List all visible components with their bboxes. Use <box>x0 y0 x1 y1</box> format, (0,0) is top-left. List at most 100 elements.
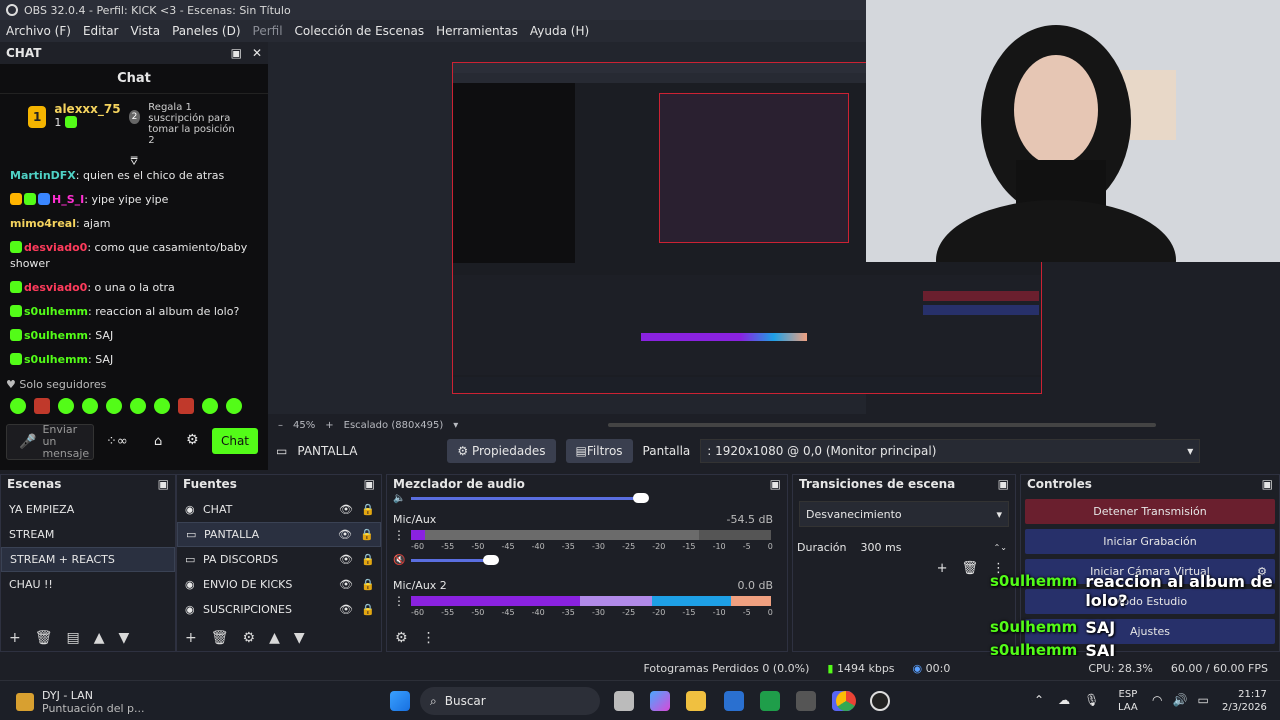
lock-icon[interactable]: 🔒 <box>361 503 381 516</box>
emote-icon[interactable] <box>58 398 74 414</box>
trash-icon[interactable]: 🗑 <box>211 630 229 646</box>
duration-input[interactable]: 300 ms ⌃⌄ <box>856 535 1011 559</box>
scene-item[interactable]: STREAM <box>1 522 175 547</box>
menu-perfil[interactable]: Perfil <box>247 24 289 38</box>
filters-button[interactable]: ▤Filtros <box>565 439 633 463</box>
add-icon[interactable]: + <box>185 630 197 646</box>
language-indicator[interactable]: ESP LAA <box>1118 688 1138 714</box>
trash-icon[interactable]: 🗑 <box>961 561 978 576</box>
lock-icon[interactable]: 🔒 <box>360 528 380 541</box>
lock-icon[interactable]: 🔒 <box>361 578 381 591</box>
source-item[interactable]: ◉ CHAT 👁 🔒 <box>177 497 381 522</box>
menu-paneles[interactable]: Paneles (D) <box>166 24 246 38</box>
wifi-icon[interactable]: ◠ <box>1152 693 1162 707</box>
battery-icon[interactable]: ▭ <box>1197 693 1208 707</box>
file-explorer-icon[interactable] <box>686 691 706 711</box>
taskbar-search[interactable]: ⌕ Buscar <box>420 687 600 715</box>
chat-user[interactable]: MartinDFX <box>10 169 76 182</box>
stop-streaming-button[interactable]: Detener Transmisión <box>1025 499 1275 524</box>
start-recording-button[interactable]: Iniciar Grabación <box>1025 529 1275 554</box>
move-down-icon[interactable]: ▼ <box>294 630 305 646</box>
close-icon[interactable]: ✕ <box>252 46 262 60</box>
collapse-icon[interactable]: ⩢ <box>0 154 268 168</box>
taskbar-widget[interactable]: DYJ - LAN Puntuación del p... <box>16 689 145 715</box>
mic-icon[interactable]: 🎤 <box>19 434 36 450</box>
display-select[interactable]: : 1920x1080 @ 0,0 (Monitor principal) ▾ <box>700 439 1201 463</box>
gear-icon[interactable]: ⚙ <box>243 630 256 646</box>
scene-item[interactable]: CHAU !! <box>1 572 175 597</box>
copilot-icon[interactable] <box>650 691 670 711</box>
mixer-settings-icon[interactable]: ⚙ <box>395 630 408 646</box>
add-icon[interactable]: + <box>937 561 948 576</box>
chat-user[interactable]: s0ulhemm <box>24 353 88 366</box>
source-item[interactable]: ▭ PANTALLA 👁 🔒 <box>177 522 381 547</box>
float-icon[interactable]: ▣ <box>770 477 781 491</box>
more-icon[interactable]: ⋮ <box>393 594 411 608</box>
move-up-icon[interactable]: ▲ <box>269 630 280 646</box>
windows-start-icon[interactable] <box>390 691 410 711</box>
scene-item[interactable]: YA EMPIEZA <box>1 497 175 522</box>
mic-icon[interactable]: 🎙 <box>1084 693 1099 707</box>
chat-input[interactable]: 🎤 Enviar un mensaje <box>6 424 94 460</box>
menu-vista[interactable]: Vista <box>124 24 166 38</box>
chrome-icon[interactable] <box>836 691 856 711</box>
app-icon[interactable] <box>796 691 816 711</box>
float-icon[interactable]: ▣ <box>158 477 169 491</box>
spinner-icon[interactable]: ⌃⌄ <box>994 543 1007 552</box>
cloud-icon[interactable]: ☁ <box>1058 693 1070 707</box>
more-icon[interactable]: ⋮ <box>393 528 411 542</box>
emote-icon[interactable] <box>82 398 98 414</box>
emotes-icon[interactable]: ⁘∞ <box>106 434 128 449</box>
volume-icon[interactable]: 🔊 <box>1172 693 1187 707</box>
lock-icon[interactable]: 🔒 <box>361 553 381 566</box>
obs-icon[interactable] <box>870 691 890 711</box>
move-up-icon[interactable]: ▲ <box>94 630 105 646</box>
menu-coleccion[interactable]: Colección de Escenas <box>289 24 431 38</box>
emote-icon[interactable] <box>178 398 194 414</box>
chevron-down-icon[interactable]: ▾ <box>453 420 458 431</box>
clock[interactable]: 21:17 2/3/2026 <box>1222 688 1267 714</box>
chat-user[interactable]: H_S_I <box>52 193 84 206</box>
chat-user[interactable]: s0ulhemm <box>24 305 88 318</box>
eye-icon[interactable]: 👁 <box>338 528 360 541</box>
source-item[interactable]: ◉ SUSCRIPCIONES 👁 🔒 <box>177 597 381 622</box>
store-icon[interactable]: ⌂ <box>154 434 162 449</box>
zoom-out-button[interactable]: – <box>278 420 283 431</box>
float-icon[interactable]: ▣ <box>231 46 242 60</box>
tray-chevron-icon[interactable]: ⌃ <box>1034 693 1044 707</box>
speaker-icon[interactable]: 🔈 <box>393 493 411 504</box>
eye-icon[interactable]: 👁 <box>339 553 361 566</box>
emote-icon[interactable] <box>154 398 170 414</box>
settings-icon[interactable]: ⚙ <box>186 432 199 448</box>
emote-icon[interactable] <box>106 398 122 414</box>
menu-ayuda[interactable]: Ayuda (H) <box>524 24 595 38</box>
volume-slider[interactable] <box>411 555 499 565</box>
emote-icon[interactable] <box>130 398 146 414</box>
lock-icon[interactable]: 🔒 <box>361 603 381 616</box>
notepad-icon[interactable] <box>724 691 744 711</box>
float-icon[interactable]: ▣ <box>998 477 1009 491</box>
chat-user[interactable]: desviado0 <box>24 281 87 294</box>
add-icon[interactable]: + <box>9 630 21 646</box>
filter-icon[interactable]: ▤ <box>67 630 80 646</box>
move-down-icon[interactable]: ▼ <box>119 630 130 646</box>
menu-herramientas[interactable]: Herramientas <box>430 24 524 38</box>
menu-archivo[interactable]: Archivo (F) <box>0 24 77 38</box>
mute-icon[interactable]: 🔇 <box>393 555 411 566</box>
scene-item[interactable]: STREAM + REACTS <box>1 547 175 572</box>
eye-icon[interactable]: 👁 <box>339 578 361 591</box>
float-icon[interactable]: ▣ <box>1262 477 1273 491</box>
preview-scrollbar[interactable] <box>608 423 1157 427</box>
zoom-level[interactable]: 45% <box>293 420 315 431</box>
chat-user[interactable]: s0ulhemm <box>24 329 88 342</box>
eye-icon[interactable]: 👁 <box>339 603 361 616</box>
emote-icon[interactable] <box>202 398 218 414</box>
source-item[interactable]: ▭ PA DISCORDS 👁 🔒 <box>177 547 381 572</box>
emote-icon[interactable] <box>34 398 50 414</box>
transition-select[interactable]: Desvanecimiento ▾ <box>799 501 1009 527</box>
eye-icon[interactable]: 👁 <box>339 503 361 516</box>
chat-user[interactable]: mimo4real <box>10 217 76 230</box>
scaling-label[interactable]: Escalado (880x495) <box>344 420 444 431</box>
properties-button[interactable]: ⚙ Propiedades <box>447 439 556 463</box>
emote-icon[interactable] <box>10 398 26 414</box>
